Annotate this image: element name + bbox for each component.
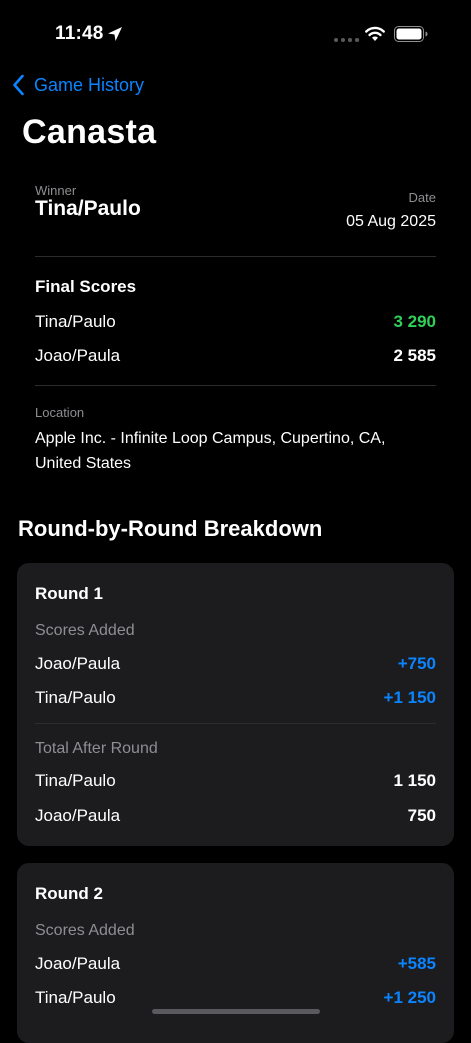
final-score-team: Joao/Paula [35,346,121,365]
score-added-team: Joao/Paula [35,654,121,673]
final-score-value: 2 585 [393,346,436,365]
winner-label: Winner [35,183,77,198]
divider [35,385,436,386]
back-button-label: Game History [34,74,145,95]
final-score-row: Joao/Paula 2 585 [35,344,436,368]
score-added-team: Joao/Paula [35,954,121,973]
back-button[interactable]: Game History [12,71,144,99]
score-added-row: Tina/Paulo +1 250 [35,986,436,1010]
battery-icon [394,26,428,42]
wifi-icon [365,26,385,41]
score-added-value: +750 [397,654,436,673]
round-title: Round 2 [35,884,103,903]
total-team: Tina/Paulo [35,771,116,790]
score-added-row: Tina/Paulo +1 150 [35,686,436,710]
scores-added-label: Scores Added [35,622,135,639]
date-label: Date [408,190,436,205]
total-team: Joao/Paula [35,806,121,825]
total-row: Tina/Paulo 1 150 [35,769,436,793]
score-added-row: Joao/Paula +750 [35,652,436,676]
score-added-value: +585 [397,954,436,973]
status-time: 11:48 [55,23,104,44]
divider [35,256,436,257]
divider [35,723,436,724]
score-added-team: Tina/Paulo [35,988,116,1007]
final-score-value: 3 290 [393,312,436,331]
final-score-row: Tina/Paulo 3 290 [35,310,436,334]
round-title: Round 1 [35,584,103,603]
status-bar: 11:48 [0,0,471,70]
location-label: Location [35,405,85,420]
total-row: Joao/Paula 750 [35,804,436,828]
location-value: Apple Inc. - Infinite Loop Campus, Cuper… [35,430,386,472]
page-title: Canasta [22,113,157,151]
score-added-value: +1 250 [383,988,436,1007]
final-score-team: Tina/Paulo [35,312,116,331]
date-value: 05 Aug 2025 [346,213,436,230]
final-scores-heading: Final Scores [35,277,137,296]
home-indicator[interactable] [152,1009,320,1014]
cellular-signal-icon [334,38,359,42]
chevron-left-icon [13,74,24,96]
breakdown-heading: Round-by-Round Breakdown [18,516,323,541]
total-value: 1 150 [393,771,436,790]
total-after-round-label: Total After Round [35,740,158,757]
total-value: 750 [407,806,436,825]
round-card: Round 2 Scores Added Joao/Paula +585 Tin… [17,863,454,1043]
location-arrow-icon [108,27,122,41]
score-added-value: +1 150 [383,688,436,707]
score-added-team: Tina/Paulo [35,688,116,707]
score-added-row: Joao/Paula +585 [35,952,436,976]
round-card: Round 1 Scores Added Joao/Paula +750 Tin… [17,563,454,846]
scores-added-label: Scores Added [35,922,135,939]
winner-value: Tina/Paulo [35,197,141,220]
